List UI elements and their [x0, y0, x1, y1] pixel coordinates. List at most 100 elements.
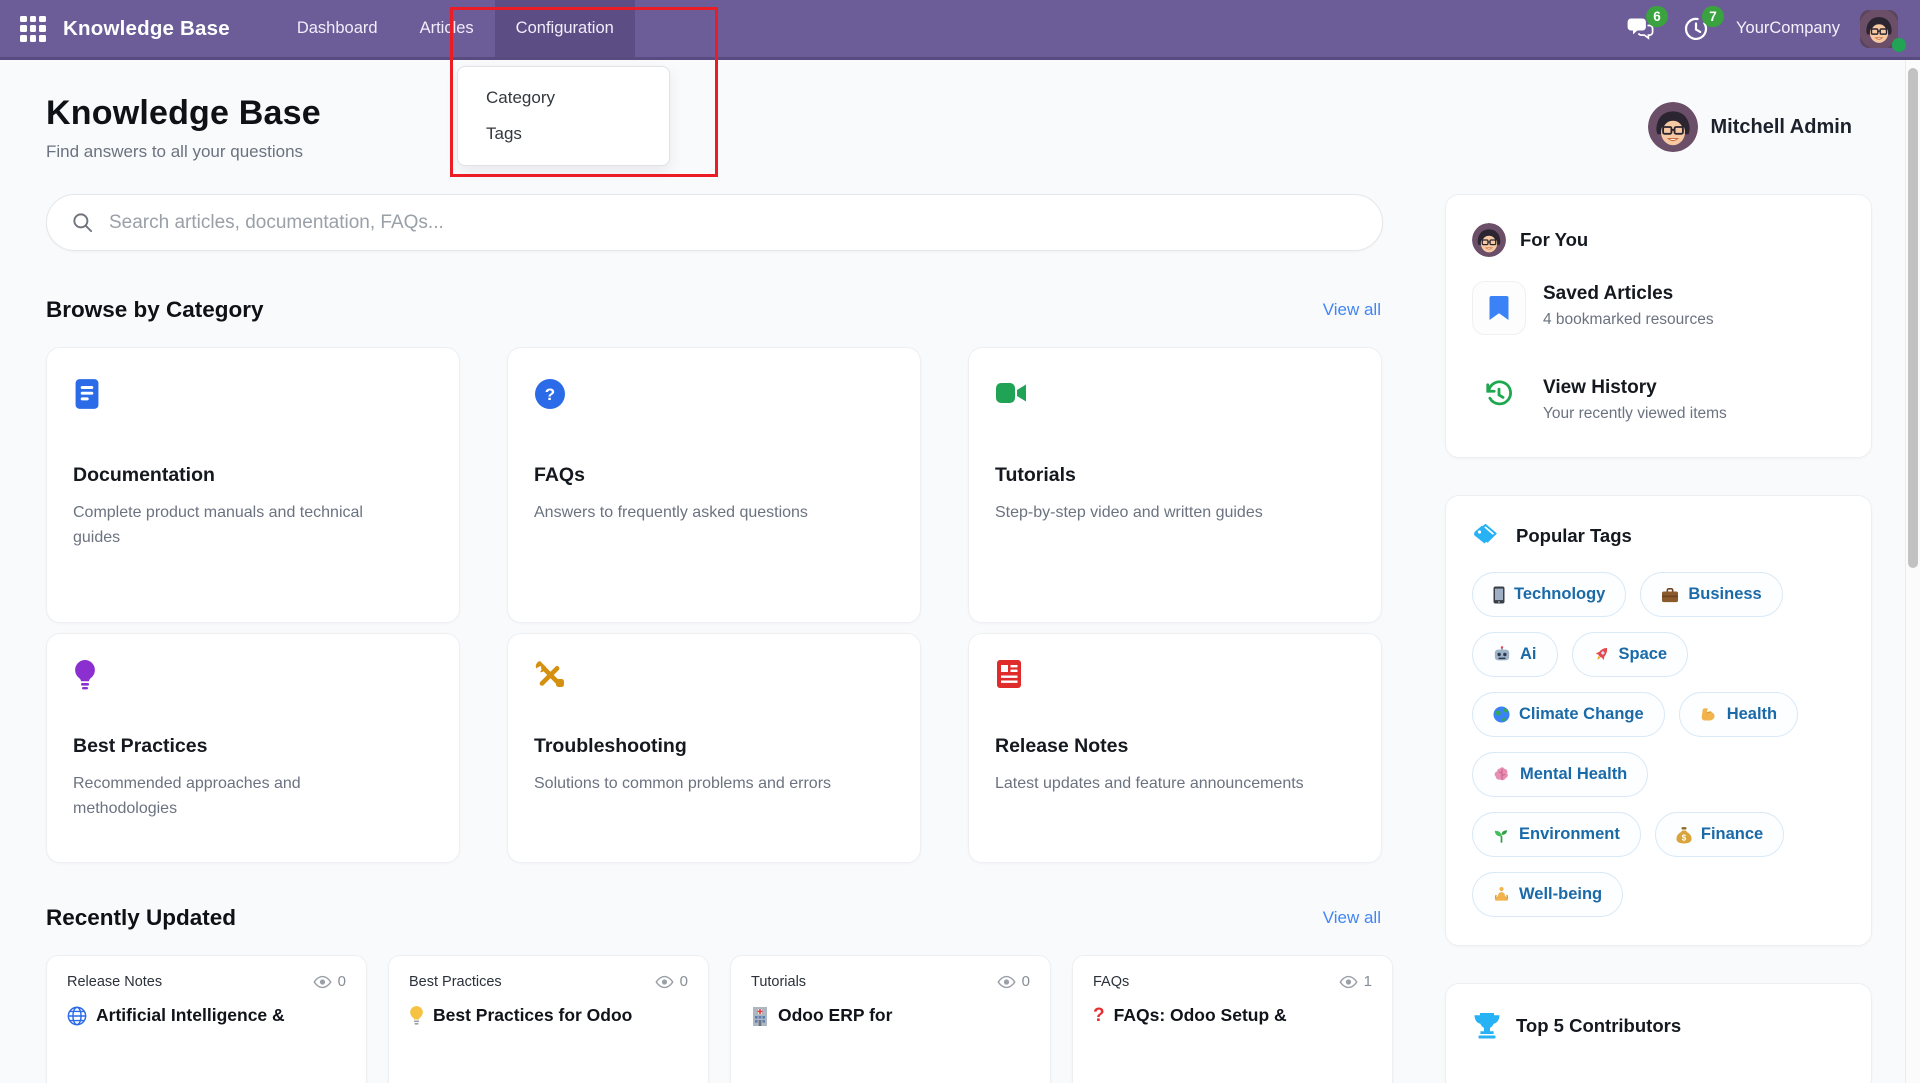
globe-icon [1493, 706, 1510, 723]
messages-badge: 6 [1646, 6, 1668, 27]
category-description: Complete product manuals and technical g… [73, 500, 405, 551]
tag-environment[interactable]: Environment [1472, 812, 1641, 857]
tag-space[interactable]: Space [1572, 632, 1689, 677]
nav-item-configuration[interactable]: Configuration [495, 0, 635, 57]
briefcase-icon [1661, 587, 1679, 603]
tag-mental-health[interactable]: Mental Health [1472, 752, 1648, 797]
tags-icon [1472, 524, 1502, 548]
current-user-chip[interactable]: Mitchell Admin [1648, 102, 1852, 152]
lightbulb-icon [73, 659, 433, 691]
user-name: Mitchell Admin [1711, 116, 1852, 139]
lotus-icon [1493, 886, 1510, 903]
tag-climate-change[interactable]: Climate Change [1472, 692, 1665, 737]
tools-icon [534, 659, 894, 691]
category-title: FAQs [534, 464, 894, 487]
article-category-label: Best Practices [409, 974, 502, 990]
search-input[interactable] [109, 212, 1358, 234]
robot-icon [1493, 646, 1511, 663]
browse-section-title: Browse by Category [46, 297, 264, 323]
lightbulb-yellow-icon [409, 1005, 424, 1026]
category-card-best-practices[interactable]: Best Practices Recommended approaches an… [46, 633, 460, 863]
question-circle-icon: ? [534, 378, 894, 410]
flex-arm-icon [1700, 707, 1718, 723]
category-card-faqs[interactable]: ? FAQs Answers to frequently asked quest… [507, 347, 921, 623]
online-status-dot [1892, 38, 1906, 52]
activities-badge: 7 [1702, 6, 1724, 27]
view-history-item[interactable]: View History Your recently viewed items [1472, 375, 1845, 423]
browse-view-all-link[interactable]: View all [1323, 300, 1381, 320]
top-navbar: Knowledge Base Dashboard Articles Config… [0, 0, 1920, 60]
category-title: Troubleshooting [534, 735, 894, 758]
category-description: Recommended approaches and methodologies [73, 771, 345, 822]
globe-wire-icon [67, 1006, 87, 1026]
eye-icon [1339, 975, 1358, 989]
page-subtitle: Find answers to all your questions [46, 142, 321, 162]
vertical-scrollbar [1905, 60, 1920, 1083]
money-bag-icon: $ [1676, 826, 1692, 844]
tag-technology[interactable]: Technology [1472, 572, 1626, 617]
article-title: Best Practices for Odoo [433, 1005, 632, 1026]
view-count: 0 [338, 973, 346, 990]
article-category-label: FAQs [1093, 974, 1129, 990]
saved-articles-title: Saved Articles [1543, 283, 1714, 305]
recent-view-all-link[interactable]: View all [1323, 908, 1381, 928]
view-history-subtitle: Your recently viewed items [1543, 405, 1727, 423]
menu-item-category[interactable]: Category [458, 80, 669, 116]
category-title: Tutorials [995, 464, 1355, 487]
avatar [1648, 102, 1698, 152]
view-count: 0 [680, 973, 688, 990]
for-you-title: For You [1520, 229, 1588, 251]
category-card-troubleshooting[interactable]: Troubleshooting Solutions to common prob… [507, 633, 921, 863]
red-question-icon: ? [1093, 1006, 1105, 1025]
recent-article-card[interactable]: Release Notes 0 Artificial Intelligence … [46, 955, 367, 1083]
apps-grid-icon[interactable] [20, 16, 46, 42]
view-count: 1 [1364, 973, 1372, 990]
popular-tags-card: Popular Tags Technology Business [1445, 495, 1872, 946]
recent-article-card[interactable]: Best Practices 0 Best Practices for Odoo [388, 955, 709, 1083]
eye-icon [997, 975, 1016, 989]
newspaper-icon [995, 659, 1355, 691]
article-title: FAQs: Odoo Setup & [1114, 1005, 1287, 1026]
saved-articles-item[interactable]: Saved Articles 4 bookmarked resources [1472, 281, 1845, 335]
eye-icon [313, 975, 332, 989]
scrollbar-thumb[interactable] [1908, 68, 1918, 568]
nav-item-articles[interactable]: Articles [399, 0, 495, 57]
article-title: Odoo ERP for [778, 1005, 892, 1026]
nav-item-dashboard[interactable]: Dashboard [276, 0, 399, 57]
activities-button[interactable]: 7 [1678, 13, 1714, 45]
search-icon [71, 211, 94, 234]
category-grid: Documentation Complete product manuals a… [46, 347, 1383, 863]
menu-item-tags[interactable]: Tags [458, 116, 669, 152]
eye-icon [655, 975, 674, 989]
category-card-documentation[interactable]: Documentation Complete product manuals a… [46, 347, 460, 623]
saved-articles-subtitle: 4 bookmarked resources [1543, 311, 1714, 329]
category-description: Step-by-step video and written guides [995, 500, 1327, 525]
recent-article-card[interactable]: Tutorials 0 Odoo ERP for [730, 955, 1051, 1083]
recent-articles-grid: Release Notes 0 Artificial Intelligence … [46, 955, 1383, 1083]
article-title: Artificial Intelligence & [96, 1005, 285, 1026]
tag-well-being[interactable]: Well-being [1472, 872, 1623, 917]
article-category-label: Tutorials [751, 974, 806, 990]
page-title: Knowledge Base [46, 94, 321, 133]
tag-ai[interactable]: Ai [1472, 632, 1558, 677]
category-title: Documentation [73, 464, 433, 487]
svg-text:$: $ [1682, 833, 1687, 842]
history-icon [1472, 375, 1526, 410]
phone-icon [1493, 586, 1505, 604]
category-description: Latest updates and feature announcements [995, 771, 1327, 796]
tag-business[interactable]: Business [1640, 572, 1782, 617]
tag-finance[interactable]: $ Finance [1655, 812, 1784, 857]
recent-section-title: Recently Updated [46, 905, 236, 931]
tag-health[interactable]: Health [1679, 692, 1798, 737]
article-category-label: Release Notes [67, 974, 162, 990]
app-brand: Knowledge Base [63, 17, 230, 41]
messages-button[interactable]: 6 [1622, 13, 1658, 45]
recent-article-card[interactable]: FAQs 1 ? FAQs: Odoo Setup & [1072, 955, 1393, 1083]
category-card-release-notes[interactable]: Release Notes Latest updates and feature… [968, 633, 1382, 863]
category-card-tutorials[interactable]: Tutorials Step-by-step video and written… [968, 347, 1382, 623]
company-switcher[interactable]: YourCompany [1736, 19, 1840, 38]
trophy-icon [1472, 1012, 1502, 1040]
view-count: 0 [1022, 973, 1030, 990]
category-title: Release Notes [995, 735, 1355, 758]
configuration-dropdown: Category Tags [457, 66, 670, 166]
